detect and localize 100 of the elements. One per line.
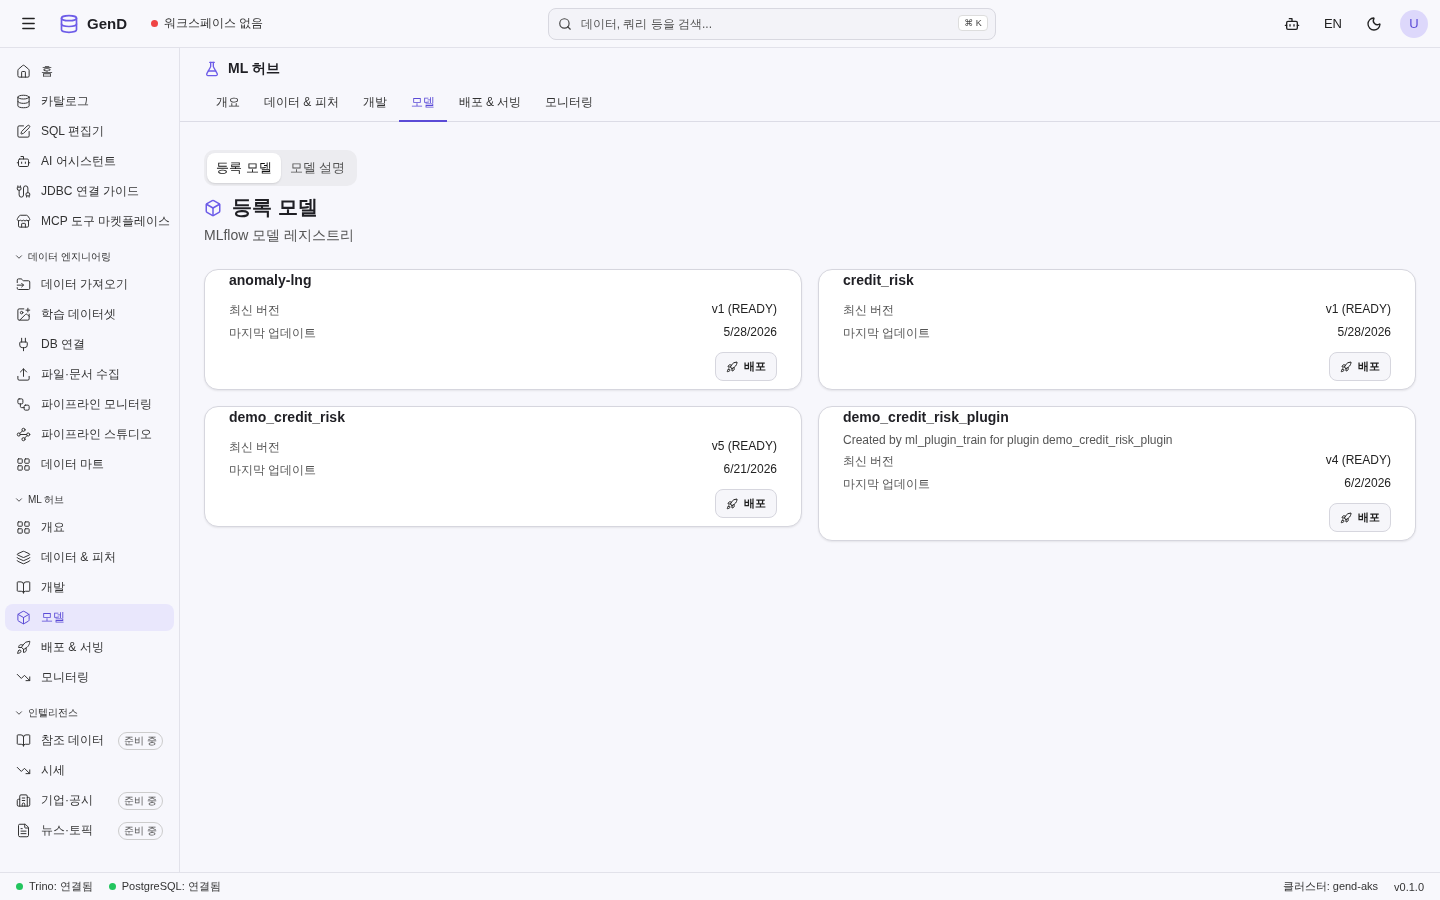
segment-tab[interactable]: 등록 모델 xyxy=(207,153,281,183)
field-value: v4 (READY) xyxy=(1325,453,1391,469)
field-label: 최신 버전 xyxy=(843,453,895,470)
sidebar-item[interactable]: AI 어시스턴트 xyxy=(5,148,174,175)
tab[interactable]: 개요 xyxy=(204,86,252,122)
chevron-icon xyxy=(14,708,24,718)
nav-label: MCP 도구 마켓플레이스 xyxy=(41,213,171,230)
nav-label: DB 연결 xyxy=(41,336,86,353)
box-icon xyxy=(204,198,222,217)
nav-icon xyxy=(16,397,31,412)
rocket-icon xyxy=(726,497,738,510)
sidebar-item[interactable]: 기업·공시 준비 중 xyxy=(5,787,174,814)
field-value: 5/28/2026 xyxy=(1337,325,1391,341)
nav-label: 참조 데이터 xyxy=(41,732,106,749)
sidebar-item[interactable]: 뉴스·토픽 준비 중 xyxy=(5,817,174,844)
nav-icon xyxy=(16,337,31,352)
nav-label: 기업·공시 xyxy=(41,792,94,809)
sidebar-item[interactable]: MCP 도구 마켓플레이스 xyxy=(5,208,174,235)
tab[interactable]: 배포 & 서빙 xyxy=(446,86,534,122)
sidebar-item[interactable]: DB 연결 xyxy=(5,331,174,358)
rocket-icon xyxy=(1340,360,1352,373)
sidebar-item[interactable]: 모델 xyxy=(5,604,174,631)
sidebar-item[interactable]: 데이터 마트 xyxy=(5,451,174,478)
field-label: 마지막 업데이트 xyxy=(229,462,317,479)
page-title: ML 허브 xyxy=(228,60,280,78)
section-title: 인텔리전스 xyxy=(28,706,78,720)
section-heading: 등록 모델 xyxy=(232,195,318,220)
nav-label: 데이터 마트 xyxy=(41,456,106,473)
sidebar-item[interactable]: 시세 xyxy=(5,757,174,784)
field-value: v1 (READY) xyxy=(711,302,777,318)
nav-label: 개발 xyxy=(41,579,66,596)
sidebar-item[interactable]: 참조 데이터 준비 중 xyxy=(5,727,174,754)
sidebar-item[interactable]: 데이터 & 피처 xyxy=(5,544,174,571)
rocket-icon xyxy=(1340,511,1352,524)
model-name: demo_credit_risk xyxy=(229,409,346,425)
sidebar-item[interactable]: 개요 xyxy=(5,514,174,541)
nav-label: 데이터 & 피처 xyxy=(41,549,117,566)
section-header[interactable]: 데이터 엔지니어링 xyxy=(5,249,120,265)
field-value: 6/21/2026 xyxy=(723,462,777,478)
field-label: 마지막 업데이트 xyxy=(843,325,931,342)
nav-label: 개요 xyxy=(41,519,66,536)
nav-icon xyxy=(16,427,31,442)
sidebar-item[interactable]: 카탈로그 xyxy=(5,88,174,115)
deploy-button[interactable]: 배포 xyxy=(1329,503,1391,532)
deploy-button[interactable]: 배포 xyxy=(715,489,777,518)
field-value: 5/28/2026 xyxy=(723,325,777,341)
field-label: 최신 버전 xyxy=(229,302,281,319)
sidebar-item[interactable]: 데이터 가져오기 xyxy=(5,271,174,298)
nav-icon xyxy=(16,457,31,472)
nav-label: JDBC 연결 가이드 xyxy=(41,183,140,200)
nav-icon xyxy=(16,520,31,535)
nav-icon xyxy=(16,184,31,199)
tab[interactable]: 개발 xyxy=(350,86,399,122)
connection-status: PostgreSQL: 연결됨 xyxy=(121,879,221,894)
chevron-icon xyxy=(14,495,24,505)
nav-label: 배포 & 서빙 xyxy=(41,639,105,656)
field-value: v5 (READY) xyxy=(711,439,777,455)
nav-icon xyxy=(16,733,31,748)
field-label: 마지막 업데이트 xyxy=(229,325,317,342)
nav-icon xyxy=(16,580,31,595)
nav-icon xyxy=(16,154,31,169)
sidebar-item[interactable]: 학습 데이터셋 xyxy=(5,301,174,328)
sidebar-item[interactable]: 파일·문서 수집 xyxy=(5,361,174,388)
nav-label: 학습 데이터셋 xyxy=(41,306,118,323)
user-avatar[interactable]: U xyxy=(1400,9,1428,38)
sidebar-item[interactable]: 모니터링 xyxy=(5,664,174,691)
deploy-button[interactable]: 배포 xyxy=(1329,352,1391,381)
segment-tab[interactable]: 모델 설명 xyxy=(280,153,355,183)
sidebar-item[interactable]: 파이프라인 모니터링 xyxy=(5,391,174,418)
deploy-button[interactable]: 배포 xyxy=(715,352,777,381)
nav-icon xyxy=(16,823,31,838)
section-header[interactable]: ML 허브 xyxy=(5,492,74,508)
rocket-icon xyxy=(726,360,738,373)
language-button[interactable]: EN xyxy=(1317,15,1348,32)
brand-name: GenD xyxy=(87,15,127,32)
sidebar-item[interactable]: SQL 편집기 xyxy=(5,118,174,145)
nav-icon xyxy=(16,793,31,808)
tab[interactable]: 데이터 & 피처 xyxy=(252,86,351,122)
tab[interactable]: 모니터링 xyxy=(533,86,606,122)
tab[interactable]: 모델 xyxy=(398,86,447,122)
model-name: anomaly-lng xyxy=(229,272,313,288)
search-icon xyxy=(557,16,572,31)
database-icon xyxy=(59,13,79,34)
sidebar-item[interactable]: 개발 xyxy=(5,574,174,601)
nav-icon xyxy=(16,94,31,109)
model-name: demo_credit_risk_plugin xyxy=(843,409,1010,425)
nav-label: 홈 xyxy=(41,63,54,80)
workspace-label: 워크스페이스 없음 xyxy=(164,15,264,32)
nav-label: AI 어시스턴트 xyxy=(41,153,117,170)
sidebar-item[interactable]: 파이프라인 스튜디오 xyxy=(5,421,174,448)
section-header[interactable]: 인텔리전스 xyxy=(5,705,87,721)
field-label: 최신 버전 xyxy=(843,302,895,319)
section-subtitle: MLflow 모델 레지스트리 xyxy=(204,227,356,245)
nav-label: 파이프라인 모니터링 xyxy=(41,396,154,413)
sidebar-item[interactable]: 배포 & 서빙 xyxy=(5,634,174,661)
nav-label: 시세 xyxy=(41,762,66,779)
field-label: 마지막 업데이트 xyxy=(843,476,931,493)
sidebar-item[interactable]: 홈 xyxy=(5,58,174,85)
flask-icon xyxy=(204,61,220,77)
sidebar-item[interactable]: JDBC 연결 가이드 xyxy=(5,178,174,205)
